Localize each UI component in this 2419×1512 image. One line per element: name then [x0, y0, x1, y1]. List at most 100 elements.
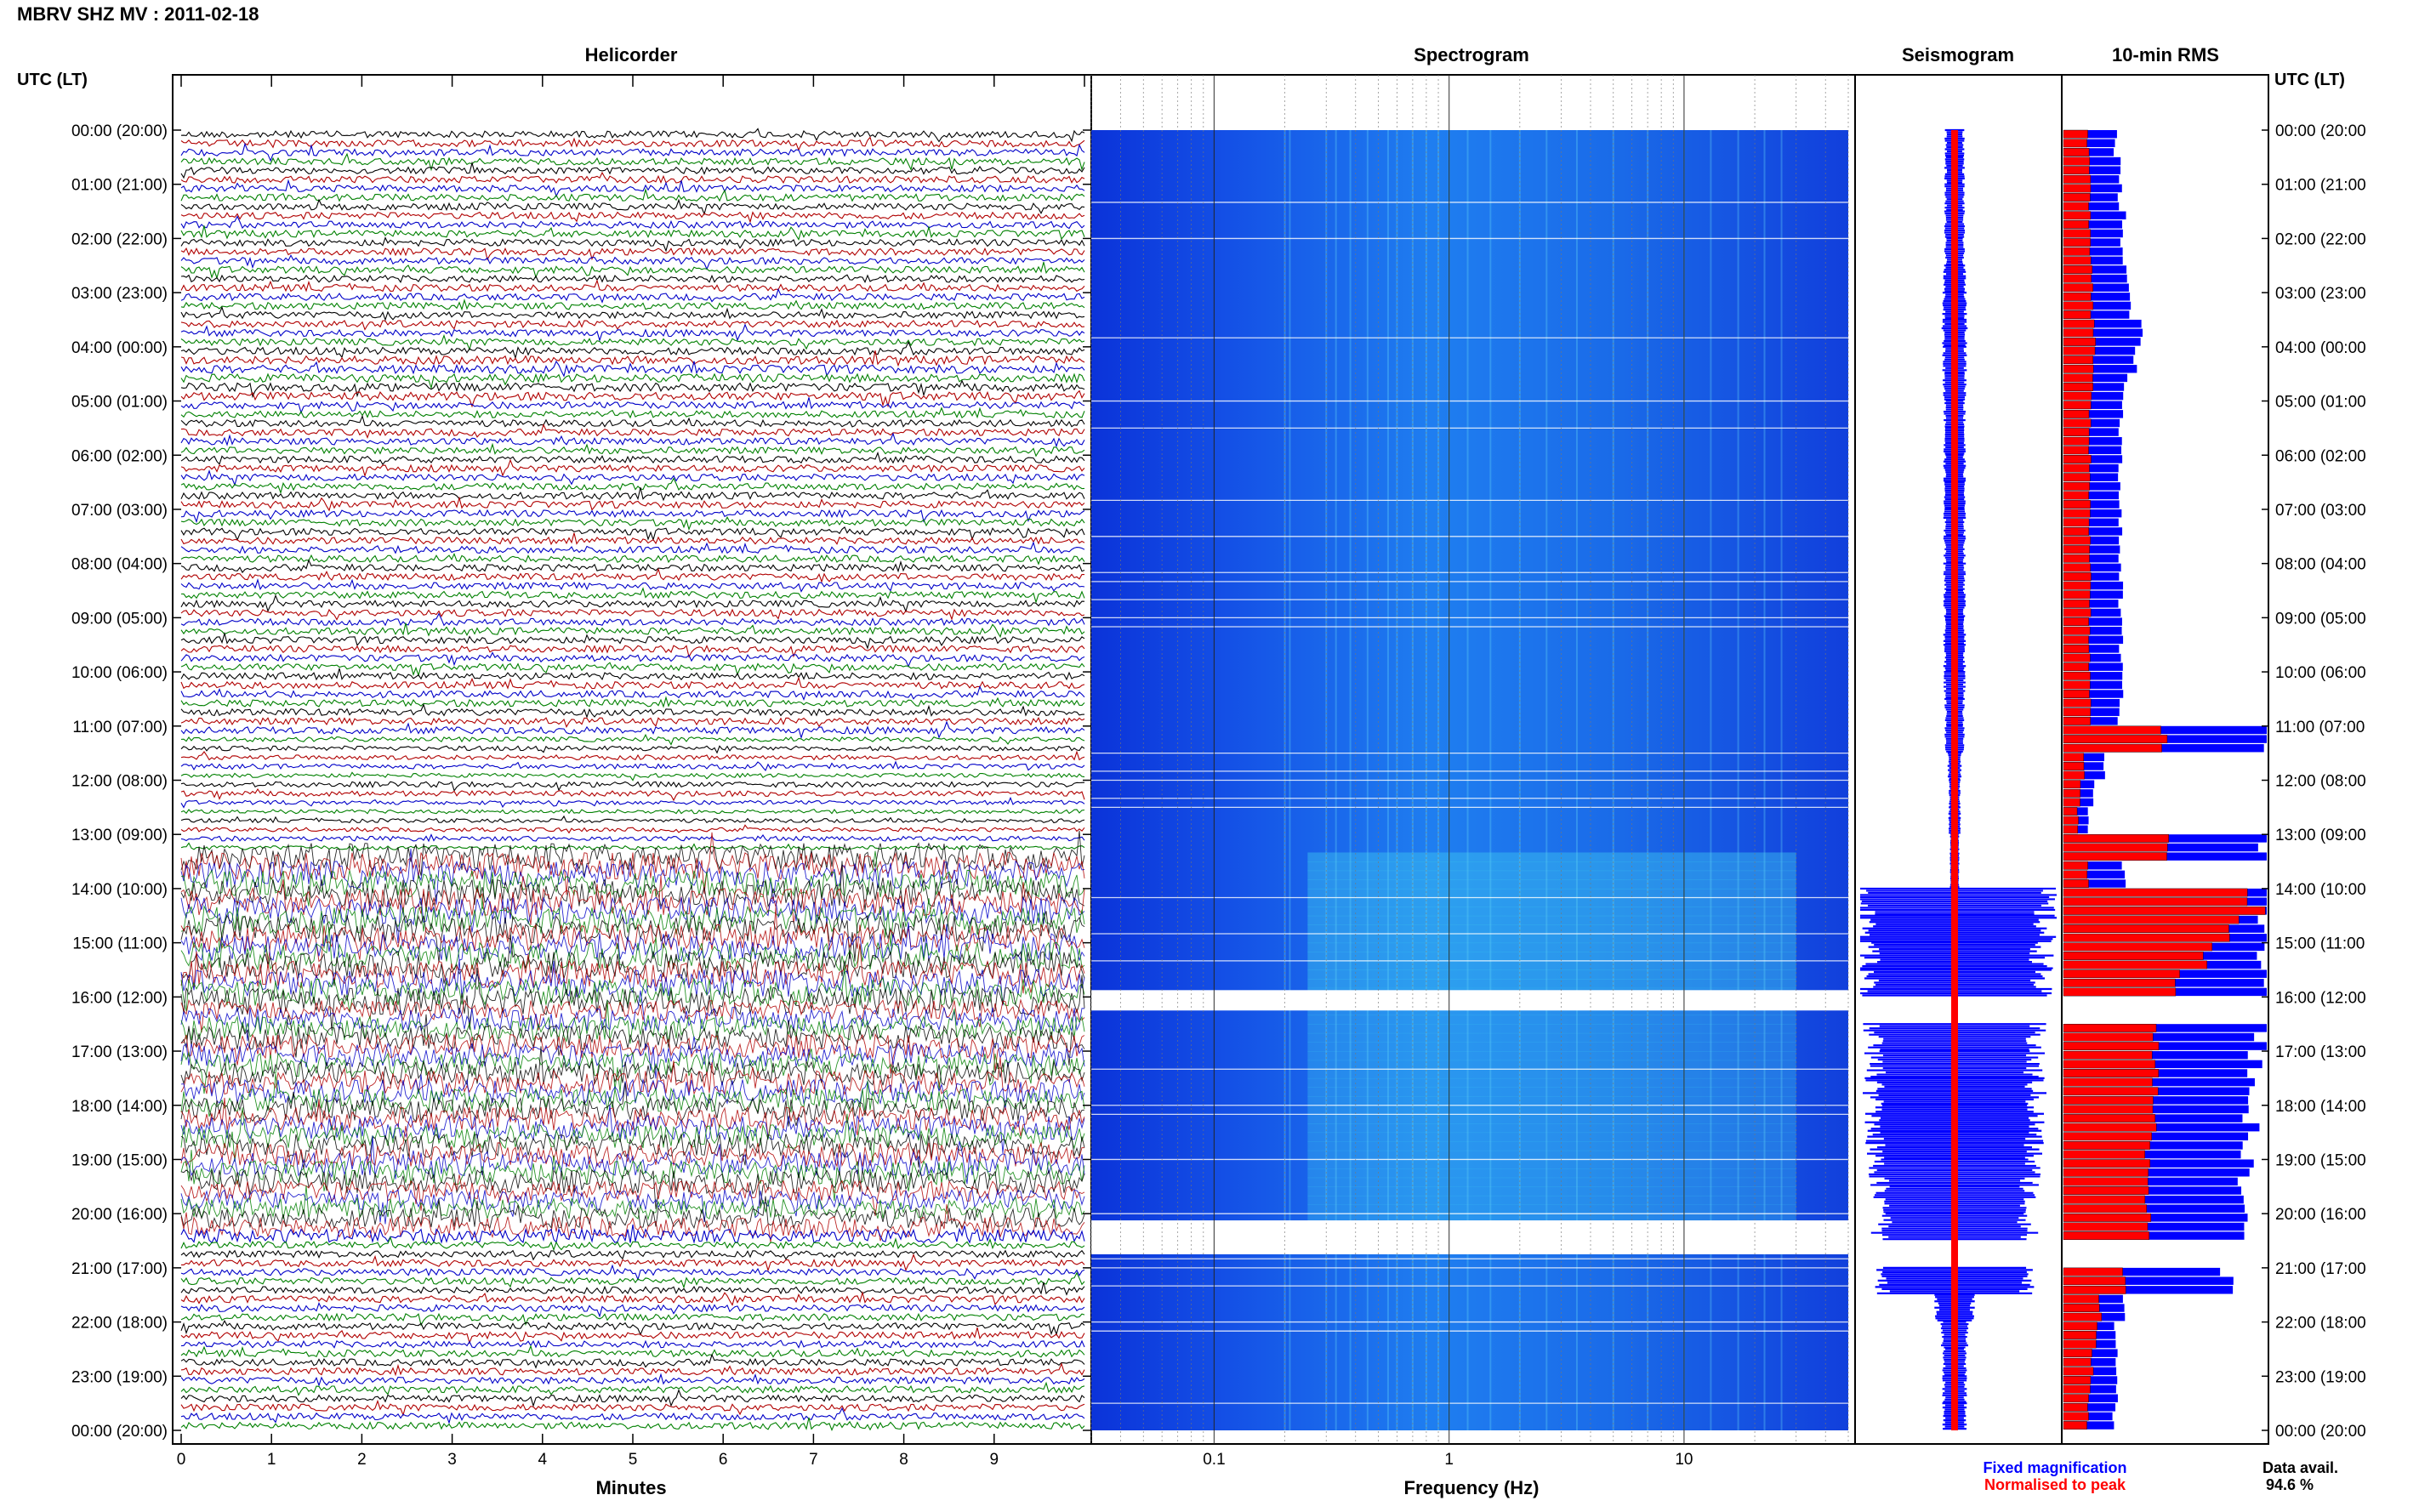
spectrogram-active-band	[1307, 1204, 1796, 1214]
rms-bar-normalised	[2063, 1294, 2099, 1304]
spectrogram-active-band	[1307, 1195, 1796, 1206]
rms-bar-normalised	[2063, 635, 2089, 645]
time-tick-label-right: 04:00 (00:00	[2275, 339, 2366, 357]
spectrogram-active-band	[1307, 969, 1796, 980]
helicorder-panel	[172, 74, 1092, 1445]
rms-bar-normalised	[2063, 1213, 2152, 1222]
rms-bar-normalised	[2063, 1402, 2088, 1412]
helicorder-x-tick-label: 3	[447, 1451, 457, 1469]
spectrogram-active-band	[1307, 870, 1796, 880]
rms-bar-normalised	[2063, 1095, 2154, 1105]
spectrogram-active-band	[1307, 897, 1796, 907]
helicorder-x-tick-label: 7	[809, 1451, 818, 1469]
rms-bar-normalised	[2063, 1105, 2154, 1114]
rms-bar-normalised	[2063, 572, 2092, 581]
time-tick-label-right: 10:00 (06:00	[2275, 664, 2366, 682]
rms-bar-normalised	[2063, 1177, 2149, 1186]
spectrogram-panel	[1090, 74, 1856, 1445]
rms-bar-normalised	[2063, 716, 2091, 725]
figure-title: MBRV SHZ MV : 2011-02-18	[17, 3, 259, 25]
rms-bar-normalised	[2063, 1331, 2097, 1339]
spectrogram-active-band	[1307, 1177, 1796, 1187]
rms-bar-normalised	[2063, 364, 2094, 373]
rms-bar-normalised	[2063, 581, 2092, 590]
spectrogram-active-band	[1307, 879, 1796, 890]
rms-bar-normalised	[2063, 211, 2092, 220]
rms-bar-normalised	[2063, 1339, 2097, 1349]
rms-bar-normalised	[2063, 762, 2085, 770]
time-tick-label-left: 09:00 (05:00)	[71, 610, 168, 628]
rms-bar-normalised	[2063, 1123, 2157, 1132]
time-tick-label-left: 14:00 (10:00)	[71, 881, 168, 899]
seismogram-panel	[1854, 74, 2063, 1445]
rms-bar-normalised	[2063, 897, 2248, 907]
spectrogram-active-band	[1307, 1024, 1796, 1034]
rms-bar-normalised	[2063, 174, 2092, 184]
data-avail-value: 94.6 %	[2266, 1476, 2314, 1493]
spectrogram-active-band	[1307, 1105, 1796, 1115]
helicorder-x-tick-label: 5	[629, 1451, 638, 1469]
rms-bar-normalised	[2063, 698, 2092, 708]
spectrogram-active-band	[1307, 852, 1796, 862]
helicorder-x-tick-label: 2	[357, 1451, 367, 1469]
rms-bar-normalised	[2063, 238, 2091, 247]
rms-bar-normalised	[2063, 1421, 2087, 1430]
spectrogram-active-band	[1307, 888, 1796, 899]
rms-bar-normalised	[2063, 852, 2167, 861]
spectrogram-active-band	[1307, 1077, 1796, 1089]
time-tick-label-left: 11:00 (07:00)	[72, 719, 168, 736]
time-tick-label-right: 20:00 (16:00	[2275, 1206, 2366, 1224]
rms-bar-normalised	[2063, 1141, 2150, 1150]
data-avail-label: Data avail.	[2262, 1459, 2338, 1476]
time-tick-label-left: 20:00 (16:00)	[71, 1206, 168, 1224]
rms-bar-normalised	[2063, 509, 2091, 518]
rms-bar-normalised	[2063, 825, 2078, 834]
rms-panel	[2061, 74, 2269, 1445]
rms-bar-normalised	[2063, 518, 2090, 527]
left-axis-label: UTC (LT)	[17, 71, 88, 89]
rms-bar-normalised	[2063, 1394, 2089, 1403]
helicorder-x-tick-label: 4	[538, 1451, 548, 1469]
rms-bar-normalised	[2063, 987, 2177, 997]
rms-bar-normalised	[2063, 256, 2092, 265]
rms-bar-normalised	[2063, 283, 2093, 293]
rms-bar-normalised	[2063, 1042, 2160, 1051]
rms-bar-normalised	[2063, 626, 2091, 635]
rms-bar-normalised	[2063, 1222, 2149, 1231]
time-tick-label-left: 01:00 (21:00)	[71, 177, 168, 195]
helicorder-title: Helicorder	[585, 44, 678, 65]
time-tick-label-right: 02:00 (22:00	[2275, 230, 2366, 248]
rms-bar-normalised	[2063, 952, 2204, 960]
time-tick-label-left: 12:00 (08:00)	[71, 773, 168, 791]
time-tick-label-right: 14:00 (10:00	[2275, 881, 2366, 899]
spectrogram-active-band	[1307, 934, 1796, 944]
spectrogram-active-band	[1307, 1051, 1796, 1061]
rms-bar-normalised	[2063, 1032, 2154, 1042]
spectrogram-active-band	[1307, 1168, 1796, 1179]
rms-bar-normalised	[2063, 1077, 2153, 1087]
rms-bar-normalised	[2063, 229, 2091, 238]
rms-bar-normalised	[2063, 798, 2080, 807]
spectrogram-active-band	[1307, 1123, 1796, 1134]
time-tick-label-right: 18:00 (14:00	[2275, 1098, 2366, 1116]
time-tick-label-right: 23:00 (19:00	[2275, 1368, 2366, 1386]
rms-bar-normalised	[2063, 1357, 2092, 1367]
time-tick-label-left: 23:00 (19:00)	[71, 1368, 168, 1386]
rms-bar-normalised	[2063, 599, 2090, 608]
helicorder-x-tick-label: 6	[719, 1451, 728, 1469]
rms-bar-normalised	[2063, 563, 2091, 572]
rms-bar-normalised	[2063, 481, 2090, 491]
rms-bar-normalised	[2063, 735, 2168, 744]
rms-bar-normalised	[2063, 960, 2207, 969]
time-tick-label-right: 07:00 (03:00	[2275, 502, 2366, 520]
rms-bar-normalised	[2063, 1267, 2123, 1276]
seismogram-title: Seismogram	[1902, 44, 2014, 65]
rms-bar-normalised	[2063, 219, 2089, 229]
rms-bar-normalised	[2063, 861, 2088, 870]
rms-bar-normalised	[2063, 590, 2091, 600]
time-tick-label-left: 22:00 (18:00)	[71, 1315, 168, 1333]
time-tick-label-right: 00:00 (20:00	[2275, 1423, 2366, 1441]
rms-bar-normalised	[2063, 355, 2093, 365]
rms-bar-normalised	[2063, 373, 2093, 383]
spectrogram-active-band	[1307, 915, 1796, 925]
